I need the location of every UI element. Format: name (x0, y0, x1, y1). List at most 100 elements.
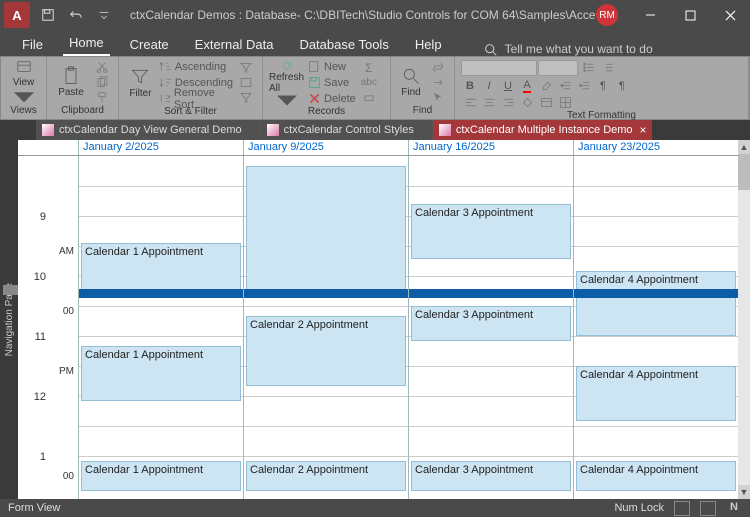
appointment[interactable]: Calendar 4 Appointment (576, 271, 736, 336)
rtl-icon[interactable]: ¶ (613, 78, 631, 93)
italic-icon[interactable]: I (480, 78, 498, 93)
fill-color-icon[interactable] (518, 95, 536, 110)
day-header[interactable]: January 23/2025 (573, 140, 738, 155)
scroll-up-button[interactable]: ▲ (738, 140, 750, 154)
time-sublabel: AM (59, 246, 74, 257)
align-right-icon[interactable] (499, 95, 517, 110)
font-name-select[interactable] (461, 60, 537, 76)
find-button[interactable]: Find (397, 59, 425, 105)
appointment[interactable] (246, 166, 406, 296)
menu-database-tools[interactable]: Database Tools (293, 33, 394, 56)
close-icon[interactable]: × (640, 123, 647, 137)
toggle-filter-icon[interactable] (236, 91, 256, 105)
undo-icon[interactable] (62, 1, 90, 29)
cut-icon[interactable] (92, 60, 112, 74)
datasheet-view-icon[interactable] (700, 501, 716, 516)
scroll-thumb[interactable] (738, 154, 750, 190)
align-center-icon[interactable] (480, 95, 498, 110)
appointment[interactable]: Calendar 2 Appointment (246, 461, 406, 491)
menu-bar: File Home Create External Data Database Tool… (0, 30, 750, 56)
select-icon[interactable] (428, 90, 448, 104)
appointment[interactable]: Calendar 2 Appointment (246, 316, 406, 386)
save-icon[interactable] (34, 1, 62, 29)
calendar-header: January 2/2025January 9/2025January 16/2… (18, 140, 738, 156)
navigation-pane[interactable]: Navigation Pane (0, 140, 18, 499)
tab-ctxcalendar-multiple-instance-demo[interactable]: ctxCalendar Multiple Instance Demo× (433, 120, 652, 140)
layout-view-icon[interactable]: N (726, 501, 742, 516)
replace-icon[interactable] (428, 60, 448, 74)
bullets-icon[interactable] (579, 60, 597, 75)
alt-row-color-icon[interactable] (537, 95, 555, 110)
paste-button[interactable]: Paste (53, 59, 89, 105)
day-header[interactable]: January 2/2025 (78, 140, 243, 155)
ltr-icon[interactable]: ¶ (594, 78, 612, 93)
totals-icon[interactable]: Σ (359, 61, 379, 75)
increase-indent-icon[interactable] (575, 78, 593, 93)
day-column[interactable]: Calendar 1 Appointment Calendar 1 Appoint… (78, 156, 243, 499)
format-painter-icon[interactable] (92, 90, 112, 104)
vertical-scrollbar[interactable]: ▲ ▼ (738, 140, 750, 499)
font-size-select[interactable] (538, 60, 578, 76)
menu-external-data[interactable]: External Data (189, 33, 280, 56)
calendar-view: January 2/2025January 9/2025January 16/2… (18, 140, 738, 499)
appointment[interactable]: Calendar 3 Appointment (411, 204, 571, 259)
maximize-button[interactable] (670, 0, 710, 30)
records-group-label: Records (269, 106, 384, 118)
day-header[interactable]: January 9/2025 (243, 140, 408, 155)
underline-icon[interactable]: U (499, 78, 517, 93)
day-header[interactable]: January 16/2025 (408, 140, 573, 155)
menu-file[interactable]: File (16, 33, 49, 56)
menu-home[interactable]: Home (63, 31, 110, 56)
tab-ctxcalendar-day-view-general-demo[interactable]: ctxCalendar Day View General Demo (36, 120, 261, 140)
filter-button[interactable]: Filter (125, 60, 156, 106)
refresh-all-button[interactable]: Refresh All (269, 60, 305, 106)
form-view-icon[interactable] (674, 501, 690, 516)
remove-sort-button[interactable]: Remove Sort (159, 91, 233, 106)
more-icon[interactable] (359, 91, 379, 105)
menu-help[interactable]: Help (409, 33, 448, 56)
tab-ctxcalendar-control-styles[interactable]: ctxCalendar Control Styles (261, 120, 433, 140)
day-column[interactable]: Calendar 3 Appointment Calendar 3 Appoint… (408, 156, 573, 499)
selection-filter-icon[interactable] (236, 61, 256, 75)
day-column[interactable]: Calendar 4 Appointment Calendar 4 Appoint… (573, 156, 738, 499)
form-icon (42, 124, 54, 136)
minimize-button[interactable] (630, 0, 670, 30)
save-record-button[interactable]: Save (308, 75, 356, 90)
appointment[interactable]: Calendar 4 Appointment (576, 461, 736, 491)
form-icon (439, 124, 451, 136)
app-icon: A (4, 2, 30, 28)
window-title: ctxCalendar Demos : Database- C:\DBITech… (130, 8, 596, 22)
hour-label: 12 (34, 391, 46, 403)
view-button[interactable]: View (7, 59, 40, 105)
qat-customize-icon[interactable] (90, 1, 118, 29)
hour-label: 1 (40, 451, 46, 463)
current-time-line (409, 289, 573, 298)
advanced-filter-icon[interactable] (236, 76, 256, 90)
tell-me-search[interactable]: Tell me what you want to do (484, 42, 653, 56)
spelling-icon[interactable]: abc (359, 76, 379, 90)
numlock-label: Num Lock (614, 502, 664, 514)
user-avatar[interactable]: RM (596, 4, 618, 26)
gridlines-icon[interactable] (556, 95, 574, 110)
scroll-down-button[interactable]: ▼ (738, 485, 750, 499)
ascending-button[interactable]: Ascending (159, 59, 233, 74)
highlight-icon[interactable] (537, 78, 555, 93)
time-gutter: 9AM100011PM12100 (18, 156, 78, 499)
day-column[interactable]: Calendar 2 Appointment Calendar 2 Appoint… (243, 156, 408, 499)
align-left-icon[interactable] (461, 95, 479, 110)
new-record-button[interactable]: New (308, 59, 356, 74)
bold-icon[interactable]: B (461, 78, 479, 93)
appointment[interactable]: Calendar 3 Appointment (411, 461, 571, 491)
font-color-icon[interactable]: A (518, 78, 536, 93)
numbering-icon[interactable] (598, 60, 616, 75)
copy-icon[interactable] (92, 75, 112, 89)
menu-create[interactable]: Create (124, 33, 175, 56)
goto-icon[interactable] (428, 75, 448, 89)
appointment[interactable]: Calendar 4 Appointment (576, 366, 736, 421)
appointment[interactable]: Calendar 3 Appointment (411, 306, 571, 341)
appointment[interactable]: Calendar 1 Appointment (81, 461, 241, 491)
appointment[interactable]: Calendar 1 Appointment (81, 346, 241, 401)
close-button[interactable] (710, 0, 750, 30)
delete-record-button[interactable]: Delete (308, 91, 356, 106)
decrease-indent-icon[interactable] (556, 78, 574, 93)
